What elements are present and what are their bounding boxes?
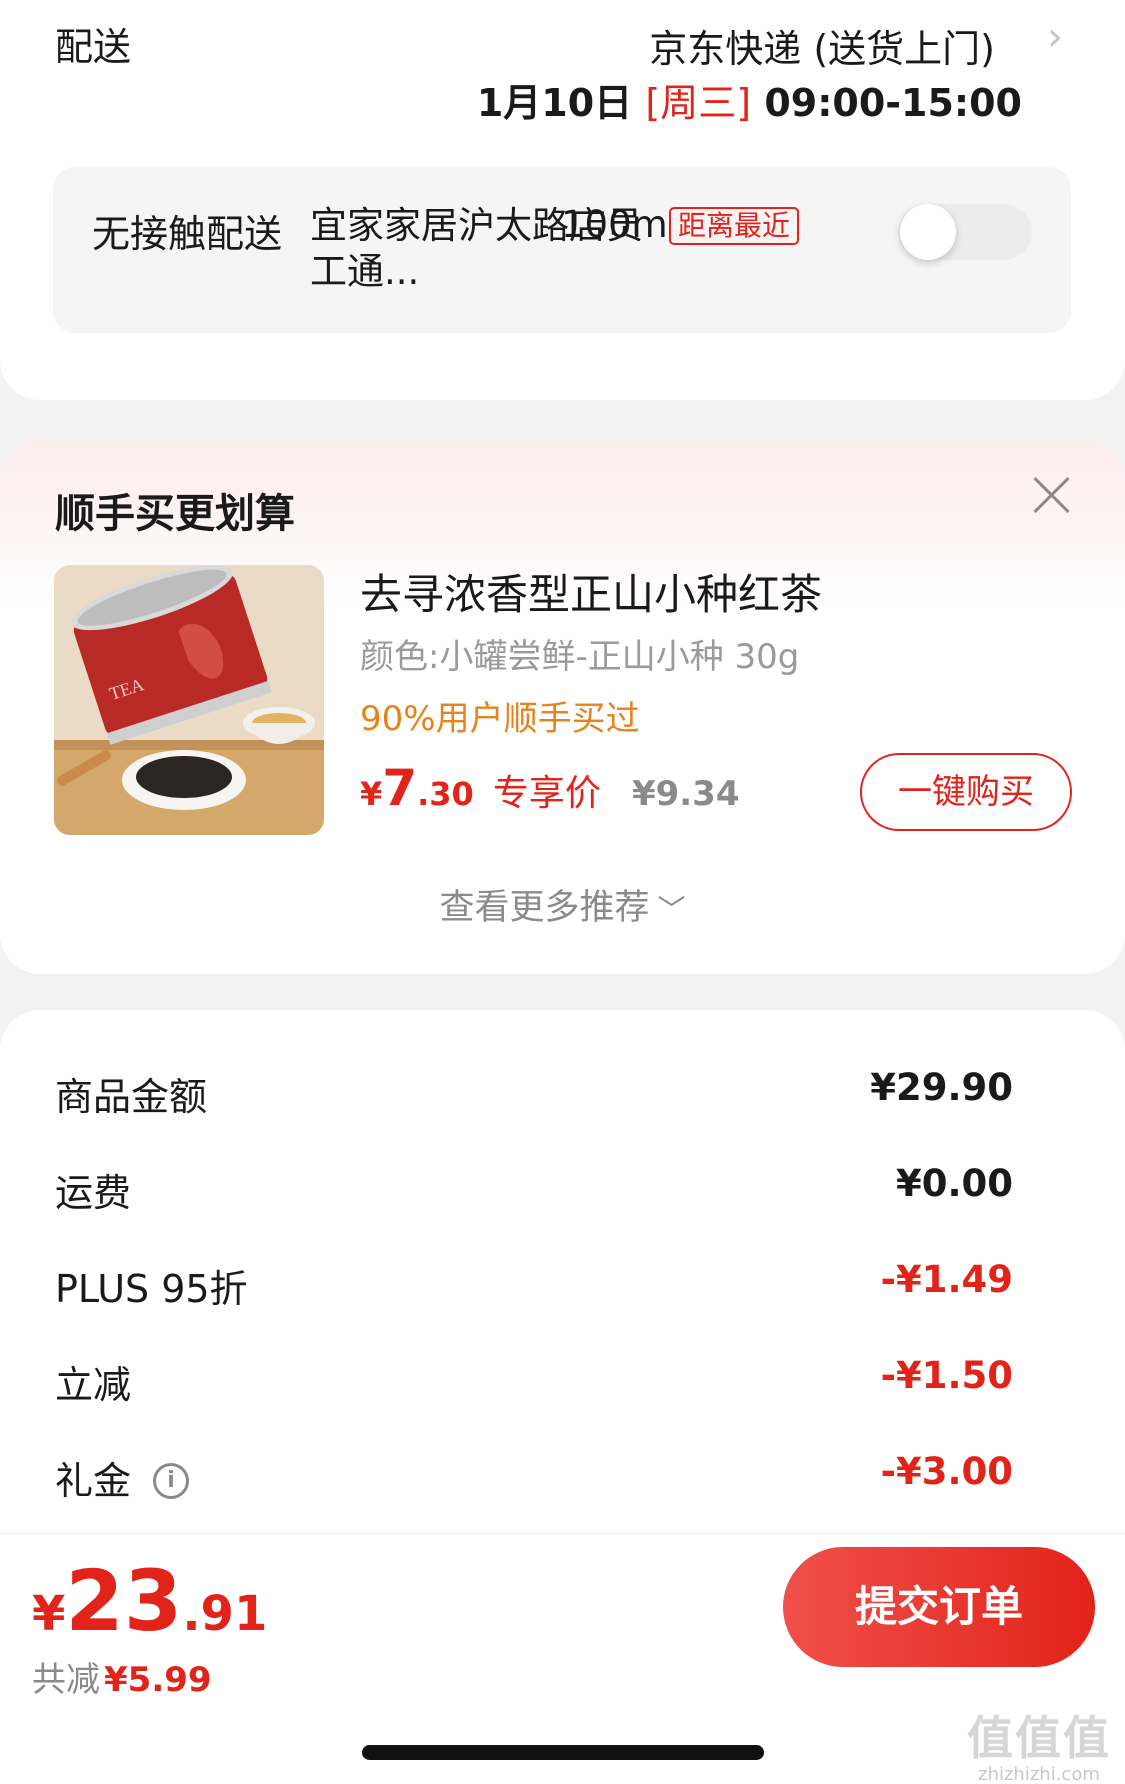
watermark-url: zhizhizhi.com: [978, 1764, 1100, 1784]
product-image[interactable]: TEA: [54, 565, 324, 835]
summary-label: 运费: [55, 1171, 132, 1215]
total-symbol: ¥: [32, 1586, 66, 1642]
submit-order-button[interactable]: 提交订单: [783, 1547, 1095, 1667]
summary-row: 礼金 i -¥3.00: [55, 1450, 1013, 1503]
watermark-logo: 值值值 zhizhizhi.com: [967, 1702, 1111, 1784]
contactless-label: 无接触配送: [92, 212, 283, 256]
price-symbol: ¥: [360, 775, 383, 813]
summary-value: ¥29.90: [870, 1066, 1013, 1109]
home-indicator[interactable]: [362, 1745, 764, 1760]
chevron-right-icon[interactable]: ›: [1047, 14, 1063, 60]
delivery-time-window: 09:00-15:00: [764, 81, 1022, 125]
nearest-tag-badge: 距离最近: [669, 207, 800, 245]
total-decimal: .91: [182, 1586, 268, 1642]
total-integer: 23: [65, 1552, 183, 1650]
bottom-checkout-bar: ¥23.91 共减 ¥5.99 提交订单 值值值 zhizhizhi.com: [0, 1533, 1125, 1784]
one-click-buy-button[interactable]: 一键购买: [860, 753, 1072, 831]
delivery-time[interactable]: 1月10日 [周三] 09:00-15:00: [477, 72, 1022, 127]
saved-amount: ¥5.99: [104, 1660, 212, 1700]
store-distance: 100m: [561, 203, 668, 246]
summary-row: 运费 ¥0.00: [55, 1162, 1013, 1215]
more-recommendations-link[interactable]: 查看更多推荐 ﹀: [0, 879, 1125, 930]
summary-row: 商品金额 ¥29.90: [55, 1066, 1013, 1119]
delivery-label: 配送: [55, 25, 132, 69]
summary-label: 商品金额: [55, 1075, 208, 1119]
chevron-down-icon: ﹀: [657, 893, 686, 926]
summary-value: ¥0.00: [895, 1162, 1013, 1205]
summary-label: 立减: [55, 1363, 132, 1407]
delivery-weekday: [周三]: [645, 81, 752, 125]
watermark-text: 值值值: [967, 1711, 1111, 1765]
contactless-toggle[interactable]: [898, 204, 1032, 260]
gift-label-text: 礼金: [55, 1459, 132, 1503]
summary-value: -¥3.00: [880, 1450, 1013, 1493]
summary-row: PLUS 95折 -¥1.49: [55, 1258, 1013, 1311]
recommendation-title: 顺手买更划算: [55, 491, 295, 537]
summary-label: PLUS 95折: [55, 1267, 248, 1311]
summary-label-gift: 礼金 i: [55, 1450, 190, 1505]
product-name[interactable]: 去寻浓香型正山小种红茶: [360, 561, 822, 622]
info-icon[interactable]: i: [153, 1462, 190, 1499]
close-icon[interactable]: [1031, 475, 1071, 515]
product-price: ¥7.30 专享价 ¥9.34: [360, 759, 740, 817]
summary-value: -¥1.50: [880, 1354, 1013, 1397]
more-recommendations-label: 查看更多推荐: [439, 888, 650, 928]
original-price: ¥9.34: [631, 774, 740, 814]
summary-value: -¥1.49: [880, 1258, 1013, 1301]
total-price: ¥23.91: [32, 1552, 267, 1650]
price-integer: 7: [382, 759, 418, 817]
summary-row: 立减 -¥1.50: [55, 1354, 1013, 1407]
product-spec: 颜色:小罐尝鲜-正山小种 30g: [360, 637, 800, 677]
delivery-card: 配送 京东快递 (送货上门) › 1月10日 [周三] 09:00-15:00 …: [0, 0, 1125, 400]
exclusive-price-label: 专享价: [492, 773, 601, 814]
contactless-delivery-box: 无接触配送 宜家家居沪太路店员工通... 100m 距离最近: [53, 167, 1071, 333]
total-saved: 共减 ¥5.99: [32, 1652, 212, 1701]
saved-label: 共减: [32, 1660, 100, 1700]
recommendation-card: 顺手买更划算 TEA 去寻浓香型正山小种红茶 颜色:小罐尝鲜-正山小种 30g …: [0, 439, 1125, 974]
toggle-knob: [900, 204, 956, 260]
delivery-method[interactable]: 京东快递 (送货上门): [649, 18, 995, 73]
social-proof-text: 90%用户顺手买过: [360, 699, 640, 739]
price-decimal: .30: [417, 775, 474, 813]
tea-product-illustration: TEA: [54, 565, 324, 835]
delivery-date: 1月10日: [476, 81, 633, 125]
